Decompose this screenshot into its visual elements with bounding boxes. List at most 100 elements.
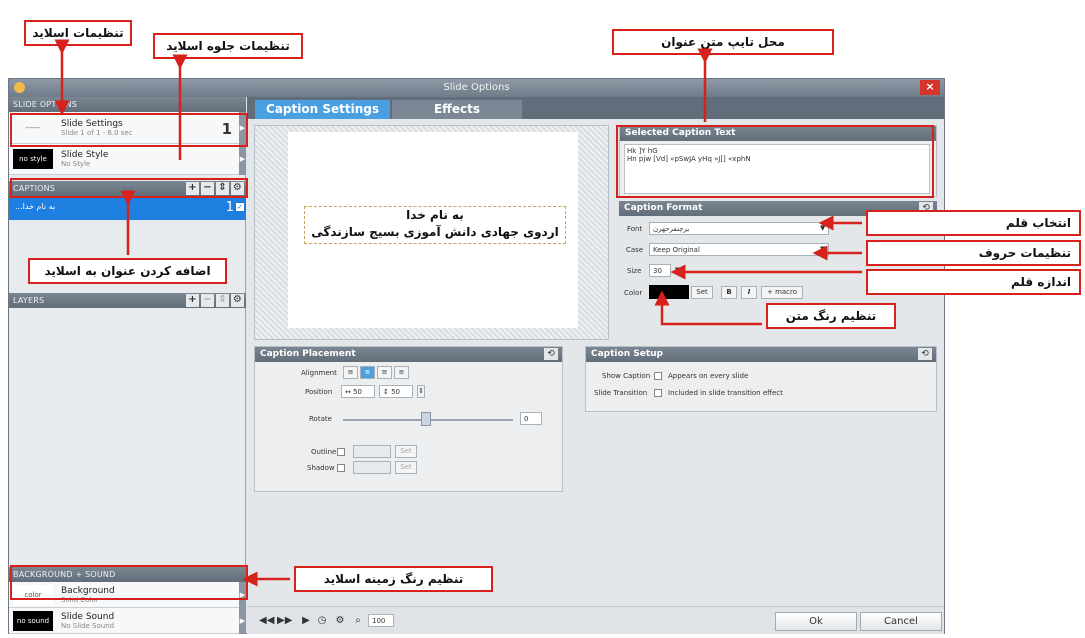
- add-layer-icon[interactable]: +: [186, 294, 199, 307]
- show-caption-checkbox[interactable]: [654, 372, 662, 380]
- skip-forward-icon[interactable]: ▶▶: [277, 614, 292, 628]
- tab-effects[interactable]: Effects: [392, 100, 522, 119]
- slide-style-row[interactable]: no style Slide Style No Style ▶: [9, 144, 246, 175]
- shadow-label: Shadow: [307, 464, 335, 472]
- outline-checkbox[interactable]: [337, 448, 345, 456]
- slide-sound-row[interactable]: no sound Slide Sound No Slide Sound ▶: [9, 608, 246, 634]
- gear-icon[interactable]: ⚙: [333, 614, 347, 628]
- reorder-icon[interactable]: ⇕: [216, 294, 229, 307]
- gear-icon[interactable]: ⚙: [231, 294, 244, 307]
- caption-item-text: ...به نام خدا: [15, 202, 56, 211]
- preview-canvas[interactable]: به نام خدا اردوی جهادی دانش آموزی بسیج س…: [288, 132, 578, 328]
- color-label: Color: [624, 289, 643, 297]
- highlight-slide-settings: [10, 113, 248, 147]
- rotate-slider-handle[interactable]: [421, 412, 431, 426]
- macro-button[interactable]: + macro: [761, 286, 803, 299]
- rotate-label: Rotate: [309, 415, 332, 423]
- chevron-right-icon[interactable]: ▶: [239, 608, 246, 634]
- chevron-down-icon[interactable]: ▼: [820, 245, 825, 253]
- slide-sound-sub: No Slide Sound: [61, 622, 115, 630]
- align-right-icon[interactable]: ≡: [377, 366, 392, 379]
- slide-transition-checkbox[interactable]: [654, 389, 662, 397]
- cancel-button[interactable]: Cancel: [860, 612, 942, 631]
- reset-icon[interactable]: ⟲: [918, 348, 932, 360]
- callout-case: تنظیمات حروف: [866, 240, 1081, 266]
- chevron-right-icon[interactable]: ▶: [239, 144, 246, 175]
- caption-setup-header: Caption Setup: [586, 347, 936, 362]
- font-select[interactable]: یرچنفزحهرن: [649, 222, 829, 235]
- color-swatch[interactable]: [649, 285, 689, 299]
- slide-sound-title: Slide Sound: [61, 612, 115, 622]
- preview-caption-line2: اردوی جهادی دانش آموزی بسیج سازندگی: [311, 225, 559, 239]
- size-label: Size: [627, 267, 642, 275]
- position-y-field[interactable]: ↕ 50: [379, 385, 413, 398]
- position-y-value: 50: [391, 388, 401, 396]
- outline-label: Outline: [311, 448, 337, 456]
- chevron-down-icon[interactable]: ▼: [675, 266, 680, 274]
- bottom-bar: ◀◀ ▶▶ ▶ ◷ ⚙ ⌕ 100 Ok Cancel: [247, 606, 944, 634]
- highlight-selected-caption: [616, 125, 934, 198]
- caption-item-number: 1: [225, 200, 234, 215]
- layers-header: LAYERS + − ⇕ ⚙: [9, 293, 246, 308]
- chevron-down-icon[interactable]: ▼: [820, 224, 825, 232]
- reset-icon[interactable]: ⟲: [544, 348, 558, 360]
- case-label: Case: [626, 246, 644, 254]
- position-label: Position: [305, 388, 333, 396]
- highlight-captions-toolbar: [10, 178, 248, 198]
- plus-icon: +: [766, 288, 776, 296]
- position-link-icon[interactable]: ⇕: [417, 385, 425, 398]
- screenshot-stage: Slide Options × SLIDE OPTIONS ------ Sli…: [0, 0, 1085, 638]
- bold-button[interactable]: B: [721, 286, 737, 299]
- slide-style-thumb: no style: [13, 149, 53, 169]
- skip-back-icon[interactable]: ◀◀: [259, 614, 274, 628]
- layers-toolbar: + − ⇕ ⚙: [186, 294, 244, 307]
- shadow-set-button[interactable]: Set: [395, 461, 417, 474]
- show-caption-text: Appears on every slide: [668, 372, 749, 380]
- position-x-field[interactable]: ↔ 50: [341, 385, 375, 398]
- position-x-value: 50: [353, 388, 363, 396]
- align-left-icon[interactable]: ≡: [343, 366, 358, 379]
- caption-placement-header: Caption Placement: [255, 347, 562, 362]
- move-horizontal-icon: ↔: [345, 388, 354, 396]
- align-center-icon[interactable]: ≡: [360, 366, 375, 379]
- preview-caption-line1: به نام خدا: [406, 208, 464, 222]
- align-justify-icon[interactable]: ≡: [394, 366, 409, 379]
- zoom-field[interactable]: 100: [368, 614, 394, 627]
- callout-caption-text: محل تایپ متن عنوان: [612, 29, 834, 55]
- slide-transition-text: Included in slide transition effect: [668, 389, 783, 397]
- shadow-checkbox[interactable]: [337, 464, 345, 472]
- tab-caption-settings[interactable]: Caption Settings: [255, 100, 390, 119]
- checkbox-checked-icon[interactable]: ✓: [236, 203, 244, 211]
- window-title: Slide Options: [443, 82, 510, 93]
- color-set-button[interactable]: Set: [691, 286, 713, 299]
- layers-header-label: LAYERS: [13, 296, 45, 305]
- ok-button[interactable]: Ok: [775, 612, 857, 631]
- callout-add-caption: اضافه کردن عنوان به اسلاید: [28, 258, 227, 284]
- callout-color: تنظیم رنگ متن: [766, 303, 896, 329]
- callout-slide-style: تنظیمات جلوه اسلاید: [153, 33, 303, 59]
- outline-color-field[interactable]: [353, 445, 391, 458]
- shadow-color-field[interactable]: [353, 461, 391, 474]
- rotate-field[interactable]: 0: [520, 412, 542, 425]
- outline-set-button[interactable]: Set: [395, 445, 417, 458]
- slide-preview: به نام خدا اردوی جهادی دانش آموزی بسیج س…: [254, 125, 609, 340]
- caption-placement-panel: Caption Placement ⟲ Alignment ≡ ≡ ≡ ≡ Po…: [254, 346, 563, 492]
- callout-size: اندازه قلم: [866, 269, 1081, 295]
- case-select[interactable]: Keep Original: [649, 243, 829, 256]
- caption-item[interactable]: ...به نام خدا 1 ✓: [9, 196, 246, 220]
- close-button[interactable]: ×: [920, 80, 940, 95]
- slide-options-header: SLIDE OPTIONS: [9, 97, 246, 112]
- caption-setup-panel: Caption Setup ⟲ Show Caption Appears on …: [585, 346, 937, 412]
- clock-icon[interactable]: ◷: [315, 614, 329, 628]
- macro-label: macro: [775, 288, 798, 296]
- callout-font: انتخاب قلم: [866, 210, 1081, 236]
- play-icon[interactable]: ▶: [299, 614, 313, 628]
- slide-style-title: Slide Style: [61, 150, 109, 160]
- italic-button[interactable]: I: [741, 286, 757, 299]
- callout-slide-settings: تنظیمات اسلاید: [24, 20, 132, 46]
- size-select[interactable]: 30: [649, 264, 671, 277]
- slide-sound-thumb: no sound: [13, 611, 53, 631]
- preview-caption[interactable]: به نام خدا اردوی جهادی دانش آموزی بسیج س…: [304, 206, 566, 244]
- remove-layer-icon[interactable]: −: [201, 294, 214, 307]
- zoom-icon[interactable]: ⌕: [351, 614, 365, 628]
